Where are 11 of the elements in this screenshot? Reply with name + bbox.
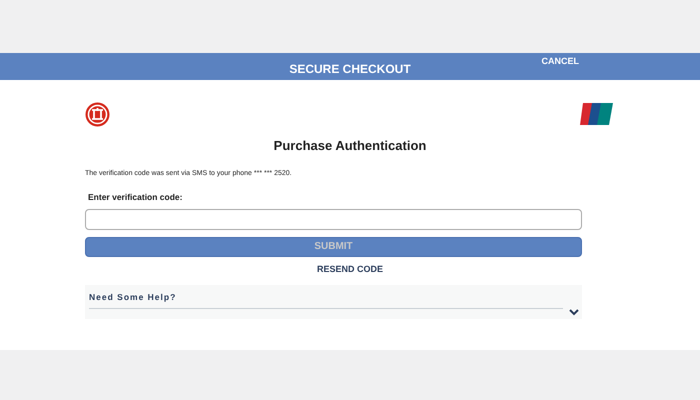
help-panel[interactable]: Need Some Help? [85,285,582,320]
cancel-link[interactable]: CANCEL [542,55,579,68]
help-title: Need Some Help? [89,291,178,304]
page-heading: Purchase Authentication [272,137,428,155]
resend-code-link[interactable]: RESEND CODE [316,262,383,276]
field-label: Enter verification code: [88,191,184,204]
verification-code-field[interactable] [85,208,582,230]
chevron-down-icon [569,309,579,316]
card-brand-logo [580,103,613,125]
bank-logo [85,102,110,126]
header-title: SECURE CHECKOUT [289,61,411,78]
